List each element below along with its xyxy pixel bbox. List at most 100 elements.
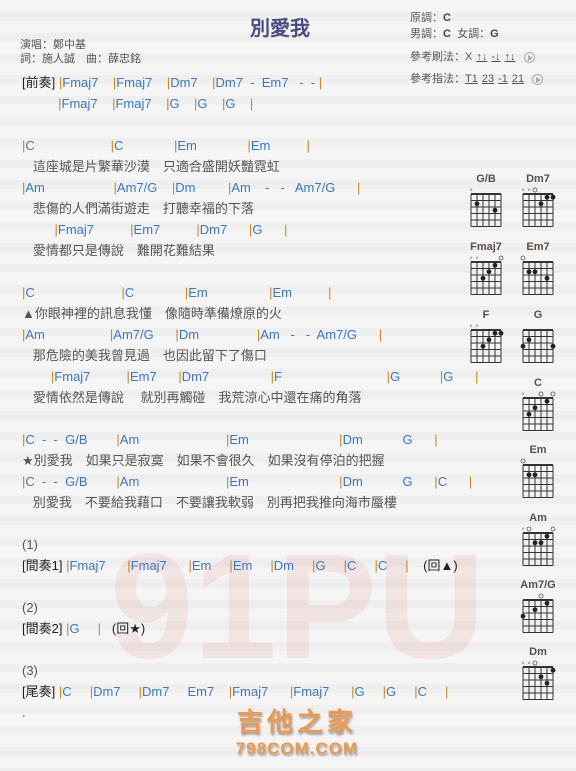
muted-string-icon: × — [469, 188, 473, 194]
strum-token: -↓ — [491, 51, 501, 63]
blank-row — [22, 576, 478, 597]
chord-diagram-name: Em — [529, 444, 547, 456]
chord-diagram: C × — [518, 376, 558, 439]
chord-symbol: Em7 — [129, 369, 179, 384]
chord-symbol: C - - G/B — [25, 432, 117, 447]
chord-symbol: C - - G/B — [25, 474, 117, 489]
chord-diagram: F × × — [466, 308, 506, 371]
section-row: [前奏] |Fmaj7 |Fmaj7 |Dm7 |Dm7 - Em7 - - | — [22, 72, 478, 93]
male-female-key: 男調：C 女調：G — [410, 25, 499, 41]
male-key-value: C — [443, 28, 451, 40]
lyric-row: (3) — [22, 663, 38, 678]
fretboard-grid — [520, 593, 554, 633]
blank-row — [22, 513, 478, 534]
fretboard-grid: × × — [469, 324, 504, 363]
strum-token: X — [465, 51, 473, 63]
chord-diagram: Fmaj7 × × — [466, 240, 506, 303]
finger-dot — [544, 680, 550, 686]
chord-symbol: Dm7 — [170, 75, 213, 90]
chord-symbol: C — [114, 138, 174, 153]
finger-dot — [526, 411, 532, 417]
chord-symbol: Dm — [273, 558, 313, 573]
strum-pattern: 參考刷法：X ↑↓ -↓ ↑↓ — [410, 48, 535, 64]
finger-dot — [550, 343, 556, 349]
chord-symbol: G — [169, 96, 195, 111]
lyric-row: 別愛我 不要給我藉口 不要讓我軟弱 別再把我推向海市蜃樓 — [22, 495, 397, 510]
strum-token: ↑↓ — [504, 51, 516, 63]
chord-symbol: Em — [188, 285, 270, 300]
chord-symbol: Fmaj7 — [232, 684, 290, 699]
chord-row: |Fmaj7 |Em7 |Dm7 |G | — [22, 219, 478, 240]
chord-diagram-name: G — [533, 309, 543, 321]
chord-symbol — [22, 96, 58, 111]
chord-symbol: Fmaj7 — [293, 684, 352, 699]
chord-lyric-body: [前奏] |Fmaj7 |Fmaj7 |Dm7 |Dm7 - Em7 - - |… — [22, 72, 478, 723]
muted-string-icon: × — [469, 324, 473, 330]
lyric-row: 愛情依然是傳說 就別再觸碰 我荒涼心中還在痛的角落 — [22, 390, 362, 405]
finger-dot — [526, 337, 532, 343]
bar-line: | — [445, 684, 449, 699]
muted-string-icon: × — [521, 188, 525, 194]
logo-domain: 798COM.COM — [235, 739, 359, 758]
chord-diagram-name: Am7/G — [520, 579, 556, 591]
chord-symbol: Em — [177, 138, 248, 153]
chord-symbol: Dm7 — [199, 222, 249, 237]
play-finger-icon[interactable] — [532, 73, 544, 85]
chord-diagram: Em — [518, 443, 558, 506]
chord-diagram: Dm7 × × — [518, 172, 558, 235]
chord-diagram-name: Dm7 — [526, 173, 550, 185]
chord-symbol: Dm7 — [181, 369, 271, 384]
finger-dot — [480, 343, 486, 349]
finger-token: 21 — [511, 73, 525, 85]
chord-symbol: C — [25, 138, 111, 153]
lyric-row: 那危險的美我曾見過 也因此留下了傷口 — [22, 348, 267, 363]
chord-sheet-page: 91PU 別愛我 演唱：鄭中基 詞：施人誠 曲：薛忠銘 原調：C 男調：C 女調… — [0, 0, 576, 771]
chord-symbol: G — [252, 222, 285, 237]
chord-row: |Am |Am7/G |Dm |Am - - Am7/G | — [22, 177, 478, 198]
chord-symbol: Dm — [175, 180, 228, 195]
chord-diagram-name: Em7 — [526, 241, 550, 253]
original-key-value: C — [443, 12, 451, 24]
finger-token: 23 — [481, 73, 495, 85]
muted-string-icon: × — [527, 188, 531, 194]
chord-symbol: Am — [119, 432, 226, 447]
chord-diagram-name: Dm — [529, 646, 547, 658]
blank-row — [22, 114, 478, 135]
fretboard-grid — [520, 255, 554, 295]
chord-symbol: Am — [25, 180, 114, 195]
chord-symbol: Dm — [178, 327, 257, 342]
bar-line: | — [468, 474, 473, 489]
section-row: [尾奏] |C |Dm7 |Dm7 Em7 |Fmaj7 |Fmaj7 |G |… — [22, 681, 478, 702]
chord-symbol — [22, 222, 55, 237]
finger-dot — [550, 194, 556, 200]
male-key-label: 男調： — [410, 28, 443, 40]
original-key: 原調：C — [410, 9, 451, 25]
chord-symbol: Am - - Am7/G — [231, 180, 358, 195]
chord-symbol: G — [69, 621, 98, 636]
chord-symbol — [409, 558, 423, 573]
open-string-icon — [538, 593, 544, 599]
open-string-icon — [498, 255, 504, 261]
chord-symbol: Em — [229, 474, 340, 489]
credits: 詞：施人誠 曲：薛忠銘 — [20, 53, 141, 65]
play-strum-icon[interactable] — [523, 51, 535, 63]
open-string-icon — [532, 660, 538, 666]
lyric-row: ★別愛我 如果只是寂寞 如果不會很久 如果沒有停泊的把握 — [22, 453, 385, 468]
chord-symbol: Em — [272, 285, 329, 300]
chord-symbol: Am7/G — [113, 327, 176, 342]
blank-row — [22, 639, 478, 660]
chord-symbol: Am — [25, 327, 110, 342]
lyric-row: 悲傷的人們滿街遊走 打聽幸福的下落 — [22, 201, 254, 216]
fretboard-grid: × × — [469, 255, 504, 295]
finger-dot — [544, 533, 550, 539]
chord-symbol: Am7/G — [116, 180, 172, 195]
logo-text: 吉他之家 — [236, 707, 357, 737]
open-string-icon — [520, 255, 526, 261]
muted-string-icon: × — [475, 256, 479, 262]
chord-symbol: C — [124, 285, 185, 300]
lyric-row: 這座城是片繁華沙漠 只適合盛開妖豔霓虹 — [22, 159, 280, 174]
muted-string-icon: × — [475, 324, 479, 330]
finger-dot — [486, 269, 492, 275]
chord-symbol: G — [386, 684, 415, 699]
chord-diagram: Dm × × — [518, 645, 558, 708]
